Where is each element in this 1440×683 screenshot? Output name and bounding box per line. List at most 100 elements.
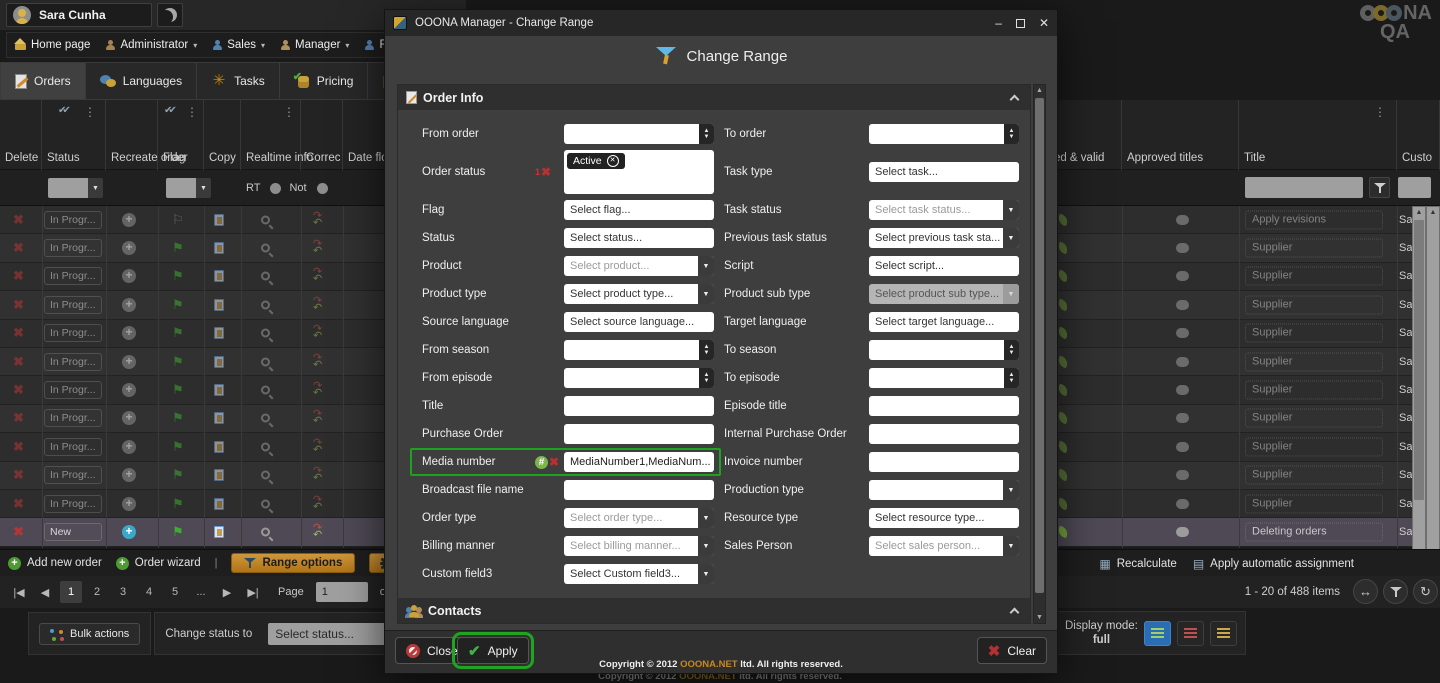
recreate-order-icon[interactable]: + bbox=[122, 497, 136, 511]
tab-orders[interactable]: Orders bbox=[0, 62, 86, 100]
display-mode-mixed-button[interactable] bbox=[1210, 621, 1237, 646]
title-button[interactable]: Supplier bbox=[1245, 295, 1383, 314]
field-script[interactable]: Select script... bbox=[869, 256, 1019, 276]
first-page-button[interactable]: |◀ bbox=[8, 581, 30, 603]
approved-bubble-icon[interactable] bbox=[1176, 243, 1189, 253]
dropdown-arrow-icon[interactable]: ▼ bbox=[1003, 200, 1019, 220]
title-button[interactable]: Supplier bbox=[1245, 267, 1383, 286]
refresh-button[interactable]: ↻ bbox=[1413, 579, 1438, 604]
field-order-status[interactable]: Active✕ bbox=[564, 150, 714, 194]
display-mode-compact-button[interactable] bbox=[1177, 621, 1204, 646]
spinner-arrows-icon[interactable]: ▲▼ bbox=[1004, 368, 1019, 388]
title-button[interactable]: Supplier bbox=[1245, 409, 1383, 428]
recreate-order-icon[interactable]: + bbox=[122, 326, 136, 340]
approved-bubble-icon[interactable] bbox=[1176, 385, 1189, 395]
field-from-order[interactable]: ▲▼ bbox=[564, 124, 714, 144]
recreate-order-icon[interactable]: + bbox=[122, 355, 136, 369]
clear-filter-button[interactable] bbox=[1383, 579, 1408, 604]
nav-menu-administrator[interactable]: Administrator▾ bbox=[106, 39, 197, 51]
page-button[interactable]: ... bbox=[190, 581, 212, 603]
selected-tag[interactable]: Active✕ bbox=[567, 153, 625, 169]
tab-languages[interactable]: Languages bbox=[86, 62, 197, 100]
copy-icon[interactable] bbox=[214, 498, 224, 510]
title-button[interactable]: Deleting orders bbox=[1245, 523, 1383, 542]
title-button[interactable]: Supplier bbox=[1245, 239, 1383, 258]
field-task-type[interactable]: Select task... bbox=[869, 162, 1019, 182]
not-radio[interactable] bbox=[317, 183, 328, 194]
grid-scrollbar-2[interactable]: ▲ ▼ bbox=[1426, 206, 1440, 578]
copy-icon[interactable] bbox=[214, 384, 224, 396]
realtime-info-icon[interactable] bbox=[261, 442, 270, 451]
delete-order-icon[interactable]: ✖ bbox=[13, 354, 24, 370]
realtime-info-icon[interactable] bbox=[261, 386, 270, 395]
column-menu-icon[interactable]: ⋮ bbox=[186, 105, 198, 119]
realtime-filter[interactable]: RT Not bbox=[246, 182, 328, 194]
approved-bubble-icon[interactable] bbox=[1176, 271, 1189, 281]
nav-menu-manager[interactable]: Manager▾ bbox=[281, 39, 349, 51]
recreate-order-icon[interactable]: + bbox=[122, 411, 136, 425]
clear-selection-icon[interactable]: ✖ bbox=[541, 165, 551, 179]
correction-icon[interactable]: ↷↶ bbox=[313, 525, 322, 539]
flag-icon[interactable]: ⚑ bbox=[172, 467, 184, 483]
field-billing-manner[interactable]: Select billing manner...▼ bbox=[564, 536, 714, 556]
status-button[interactable]: In Progr... bbox=[44, 495, 102, 513]
approved-bubble-icon[interactable] bbox=[1176, 470, 1189, 480]
field-to-order[interactable]: ▲▼ bbox=[869, 124, 1019, 144]
correction-icon[interactable]: ↷↶ bbox=[313, 269, 322, 283]
display-mode-full-button[interactable] bbox=[1144, 621, 1171, 646]
field-custom-field3[interactable]: Select Custom field3...▼ bbox=[564, 564, 714, 584]
copy-icon[interactable] bbox=[214, 270, 224, 282]
field-broadcast-file-name[interactable] bbox=[564, 480, 714, 500]
field-episode-title[interactable] bbox=[869, 396, 1019, 416]
scroll-up-icon[interactable]: ▲ bbox=[1034, 87, 1045, 94]
nav-menu-sales[interactable]: Sales▾ bbox=[213, 39, 265, 51]
dropdown-arrow-icon[interactable]: ▼ bbox=[1003, 536, 1019, 556]
delete-order-icon[interactable]: ✖ bbox=[13, 439, 24, 455]
page-button[interactable]: 2 bbox=[86, 581, 108, 603]
field-product-type[interactable]: Select product type...▼ bbox=[564, 284, 714, 304]
dialog-scrollbar[interactable]: ▲ ▼ bbox=[1033, 84, 1046, 624]
status-button[interactable]: New bbox=[44, 523, 102, 541]
flag-icon[interactable]: ⚑ bbox=[172, 439, 184, 455]
next-page-button[interactable]: ▶ bbox=[216, 581, 238, 603]
field-resource-type[interactable]: Select resource type... bbox=[869, 508, 1019, 528]
title-filter-button[interactable] bbox=[1369, 177, 1390, 198]
realtime-info-icon[interactable] bbox=[261, 414, 270, 423]
dropdown-arrow-icon[interactable]: ▼ bbox=[698, 284, 714, 304]
field-from-episode[interactable]: ▲▼ bbox=[564, 368, 714, 388]
status-button[interactable]: In Progr... bbox=[44, 296, 102, 314]
delete-order-icon[interactable]: ✖ bbox=[13, 410, 24, 426]
field-purchase-order[interactable] bbox=[564, 424, 714, 444]
tab-pricing[interactable]: Pricing bbox=[280, 62, 369, 100]
realtime-info-icon[interactable] bbox=[261, 215, 270, 224]
dropdown-arrow-icon[interactable]: ▼ bbox=[196, 178, 211, 198]
add-new-order-button[interactable]: + Add new order bbox=[8, 557, 102, 570]
approved-bubble-icon[interactable] bbox=[1176, 499, 1189, 509]
customer-filter-input[interactable] bbox=[1398, 177, 1431, 198]
column-header[interactable]: Approved titles bbox=[1122, 100, 1239, 170]
title-button[interactable]: Supplier bbox=[1245, 352, 1383, 371]
recreate-order-icon[interactable]: + bbox=[122, 298, 136, 312]
realtime-info-icon[interactable] bbox=[261, 499, 270, 508]
field-task-status[interactable]: Select task status...▼ bbox=[869, 200, 1019, 220]
field-to-episode[interactable]: ▲▼ bbox=[869, 368, 1019, 388]
flag-icon[interactable]: ⚐ bbox=[172, 212, 184, 228]
scrollbar-thumb[interactable] bbox=[1035, 98, 1044, 593]
field-status[interactable]: Select status... bbox=[564, 228, 714, 248]
correction-icon[interactable]: ↷↶ bbox=[313, 213, 322, 227]
bulk-actions-button[interactable]: Bulk actions bbox=[39, 623, 140, 645]
copy-icon[interactable] bbox=[214, 299, 224, 311]
page-button[interactable]: 3 bbox=[112, 581, 134, 603]
column-header[interactable]: Status bbox=[42, 100, 106, 170]
bulk-status-select[interactable]: Select status... ▼ bbox=[268, 623, 403, 645]
title-button[interactable]: Supplier bbox=[1245, 494, 1383, 513]
field-from-season[interactable]: ▲▼ bbox=[564, 340, 714, 360]
delete-order-icon[interactable]: ✖ bbox=[13, 268, 24, 284]
field-invoice-number[interactable] bbox=[869, 452, 1019, 472]
correction-icon[interactable]: ↷↶ bbox=[313, 326, 322, 340]
realtime-info-icon[interactable] bbox=[261, 244, 270, 253]
page-button[interactable]: 5 bbox=[164, 581, 186, 603]
column-menu-icon[interactable]: ⋮ bbox=[84, 105, 96, 119]
realtime-info-icon[interactable] bbox=[261, 357, 270, 366]
minimize-button[interactable]: – bbox=[995, 17, 1002, 29]
